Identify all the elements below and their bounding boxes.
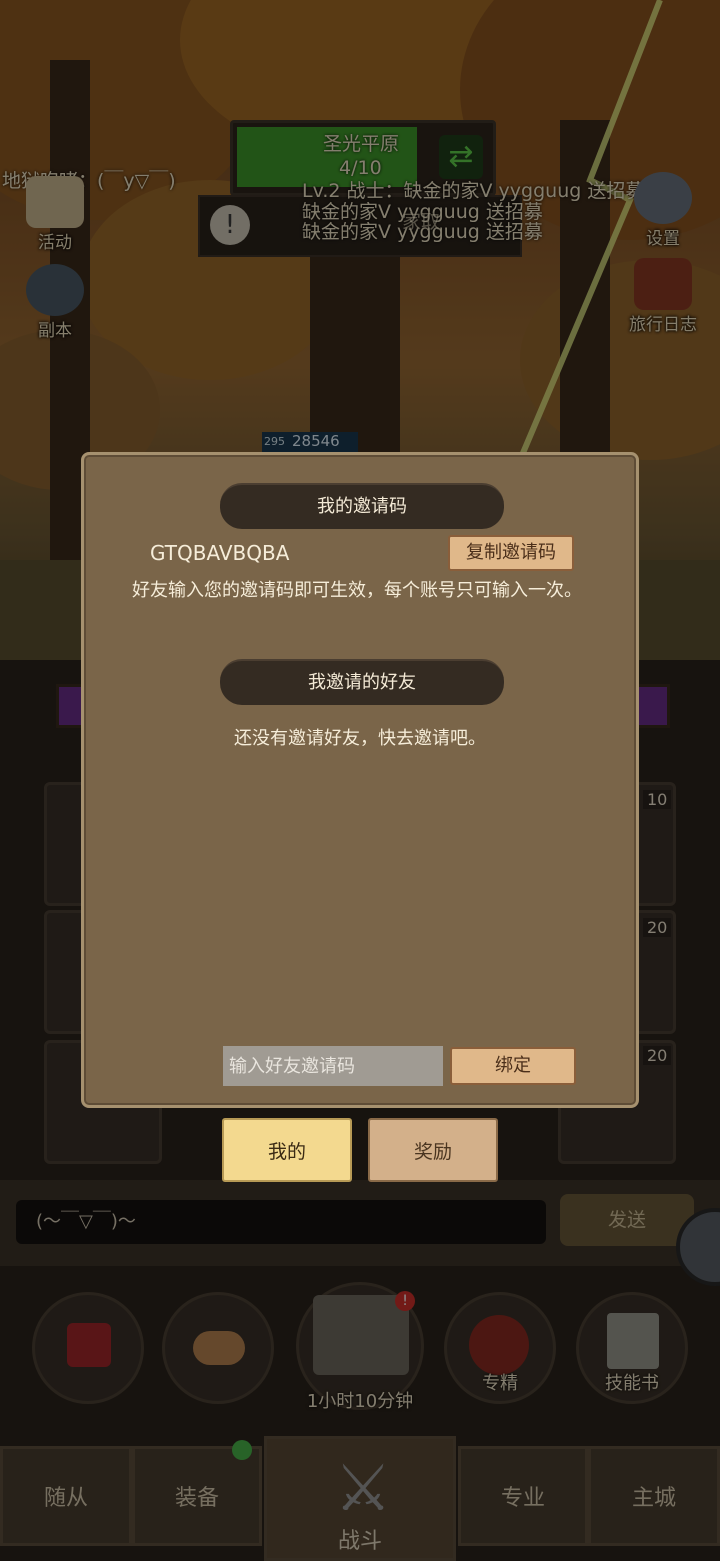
invite-code: GTQBAVBQBA: [150, 541, 290, 565]
tab-rewards[interactable]: 奖励: [368, 1118, 498, 1182]
empty-friends-text: 还没有邀请好友，快去邀请吧。: [234, 728, 486, 749]
invite-modal: 我的邀请码 GTQBAVBQBA 复制邀请码 好友输入您的邀请码即可生效，每个账…: [81, 452, 639, 1108]
invite-description: 好友输入您的邀请码即可生效，每个账号只可输入一次。: [132, 580, 582, 601]
section-title-invite-code: 我的邀请码: [220, 483, 504, 529]
friend-invite-code-input[interactable]: [223, 1046, 443, 1086]
bind-button[interactable]: 绑定: [450, 1047, 576, 1085]
section-title-invited-friends: 我邀请的好友: [220, 659, 504, 705]
copy-invite-code-button[interactable]: 复制邀请码: [448, 535, 574, 571]
tab-mine[interactable]: 我的: [222, 1118, 352, 1182]
